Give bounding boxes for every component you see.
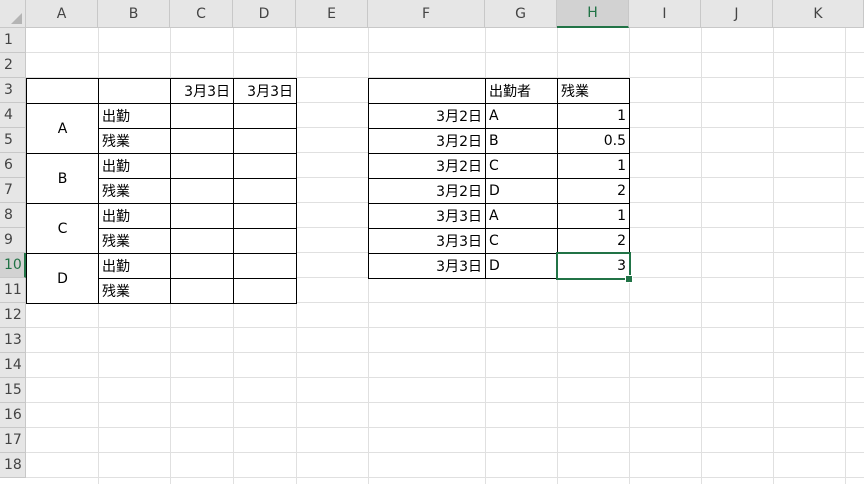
cell-d11[interactable]	[233, 278, 297, 304]
cell-g9[interactable]: C	[485, 228, 558, 254]
gridline	[26, 352, 864, 353]
cell-c8[interactable]	[170, 203, 234, 229]
cell-h4[interactable]: 1	[557, 103, 630, 129]
gridline	[26, 477, 864, 478]
row-header-3[interactable]: 3	[0, 78, 26, 103]
column-header-b[interactable]: B	[98, 0, 170, 28]
cell-d3[interactable]: 3月3日	[233, 78, 297, 104]
row-header-11[interactable]: 11	[0, 278, 26, 303]
cell-b5[interactable]: 残業	[98, 128, 171, 154]
gridline	[26, 52, 864, 53]
gridline	[773, 28, 774, 484]
row-header-13[interactable]: 13	[0, 328, 26, 353]
row-header-9[interactable]: 9	[0, 228, 26, 253]
gridline	[26, 402, 864, 403]
cell-a3[interactable]	[26, 78, 99, 104]
cell-f4[interactable]: 3月2日	[368, 103, 486, 129]
cell-b6[interactable]: 出勤	[98, 153, 171, 179]
column-header-c[interactable]: C	[170, 0, 233, 28]
cell-c7[interactable]	[170, 178, 234, 204]
cell-c10[interactable]	[170, 253, 234, 279]
gridline	[26, 427, 864, 428]
column-header-a[interactable]: A	[26, 0, 98, 28]
cell-g7[interactable]: D	[485, 178, 558, 204]
cell-h7[interactable]: 2	[557, 178, 630, 204]
cell-b11[interactable]: 残業	[98, 278, 171, 304]
column-header-i[interactable]: I	[629, 0, 701, 28]
cell-c4[interactable]	[170, 103, 234, 129]
cell-g8[interactable]: A	[485, 203, 558, 229]
cell-h8[interactable]: 1	[557, 203, 630, 229]
cell-c3[interactable]: 3月3日	[170, 78, 234, 104]
cell-h3[interactable]: 残業	[557, 78, 630, 104]
gridline	[701, 28, 702, 484]
cell-b7[interactable]: 残業	[98, 178, 171, 204]
row-header-1[interactable]: 1	[0, 28, 26, 53]
column-header-d[interactable]: D	[233, 0, 296, 28]
row-header-5[interactable]: 5	[0, 128, 26, 153]
gridline	[26, 377, 864, 378]
cell-a6-merged[interactable]: B	[26, 153, 99, 204]
cell-g10[interactable]: D	[485, 253, 558, 279]
row-header-17[interactable]: 17	[0, 428, 26, 453]
row-header-6[interactable]: 6	[0, 153, 26, 178]
cell-f6[interactable]: 3月2日	[368, 153, 486, 179]
cell-c9[interactable]	[170, 228, 234, 254]
row-header-14[interactable]: 14	[0, 353, 26, 378]
column-header-f[interactable]: F	[368, 0, 485, 28]
row-header-7[interactable]: 7	[0, 178, 26, 203]
cell-g6[interactable]: C	[485, 153, 558, 179]
cell-b9[interactable]: 残業	[98, 228, 171, 254]
cell-f7[interactable]: 3月2日	[368, 178, 486, 204]
cell-d7[interactable]	[233, 178, 297, 204]
row-header-18[interactable]: 18	[0, 453, 26, 478]
select-all-corner[interactable]	[0, 0, 26, 28]
cell-h5[interactable]: 0.5	[557, 128, 630, 154]
row-header-12[interactable]: 12	[0, 303, 26, 328]
column-header-j[interactable]: J	[701, 0, 773, 28]
cell-c5[interactable]	[170, 128, 234, 154]
cell-g5[interactable]: B	[485, 128, 558, 154]
cell-a4-merged[interactable]: A	[26, 103, 99, 154]
cell-h6[interactable]: 1	[557, 153, 630, 179]
cell-d4[interactable]	[233, 103, 297, 129]
cell-d6[interactable]	[233, 153, 297, 179]
cell-f8[interactable]: 3月3日	[368, 203, 486, 229]
row-header-16[interactable]: 16	[0, 403, 26, 428]
column-header-k[interactable]: K	[773, 0, 864, 28]
cell-h9[interactable]: 2	[557, 228, 630, 254]
gridline	[26, 452, 864, 453]
column-header-h[interactable]: H	[557, 0, 629, 28]
cell-b10[interactable]: 出勤	[98, 253, 171, 279]
row-header-10[interactable]: 10	[0, 253, 26, 278]
cell-d10[interactable]	[233, 253, 297, 279]
cell-f3[interactable]	[368, 78, 486, 104]
column-header-g[interactable]: G	[485, 0, 557, 28]
column-header-e[interactable]: E	[296, 0, 368, 28]
cell-c6[interactable]	[170, 153, 234, 179]
active-cell-selection	[556, 252, 631, 280]
cell-b3[interactable]	[98, 78, 171, 104]
row-header-15[interactable]: 15	[0, 378, 26, 403]
cell-d8[interactable]	[233, 203, 297, 229]
cell-g3[interactable]: 出勤者	[485, 78, 558, 104]
select-all-triangle-icon	[11, 13, 22, 24]
cell-f5[interactable]: 3月2日	[368, 128, 486, 154]
cell-d9[interactable]	[233, 228, 297, 254]
gridline	[845, 28, 846, 484]
cell-c11[interactable]	[170, 278, 234, 304]
cell-g4[interactable]: A	[485, 103, 558, 129]
cell-f10[interactable]: 3月3日	[368, 253, 486, 279]
cell-f9[interactable]: 3月3日	[368, 228, 486, 254]
cell-a8-merged[interactable]: C	[26, 203, 99, 254]
cell-b4[interactable]: 出勤	[98, 103, 171, 129]
fill-handle[interactable]	[625, 275, 633, 283]
cell-b8[interactable]: 出勤	[98, 203, 171, 229]
row-header-2[interactable]: 2	[0, 53, 26, 78]
row-header-4[interactable]: 4	[0, 103, 26, 128]
row-header-8[interactable]: 8	[0, 203, 26, 228]
cell-a10-merged[interactable]: D	[26, 253, 99, 304]
cell-d5[interactable]	[233, 128, 297, 154]
gridline	[26, 327, 864, 328]
